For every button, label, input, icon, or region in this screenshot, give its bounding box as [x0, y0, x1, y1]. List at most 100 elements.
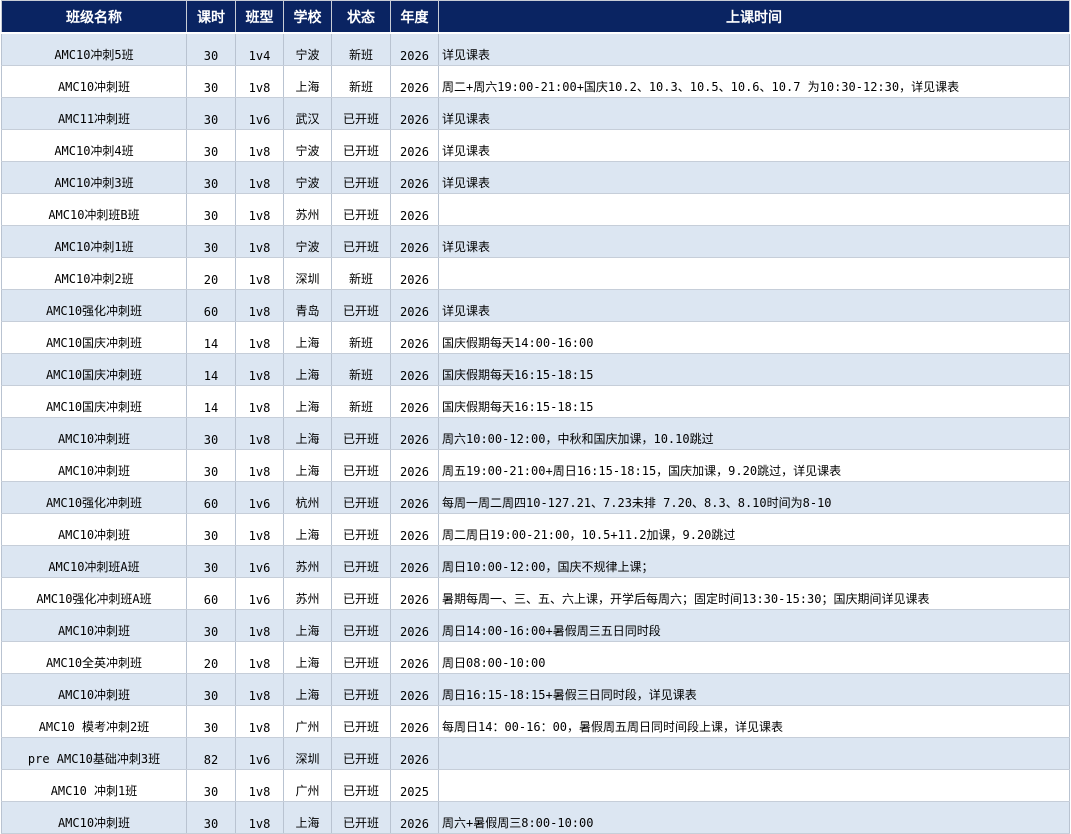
cell-class-name[interactable]: AMC10全英冲刺班: [1, 641, 187, 674]
cell-year[interactable]: 2026: [390, 65, 439, 98]
cell-hours[interactable]: 30: [186, 545, 236, 578]
table-row[interactable]: AMC10强化冲刺班 60 1v8 青岛 已开班 2026 详见课表: [1, 289, 1070, 322]
cell-class-name[interactable]: AMC10冲刺班A班: [1, 545, 187, 578]
cell-class-name[interactable]: AMC10冲刺5班: [1, 33, 187, 66]
table-row[interactable]: AMC10国庆冲刺班 14 1v8 上海 新班 2026 国庆假期每天16:15-18:15: [1, 353, 1070, 386]
table-row[interactable]: AMC10冲刺班 30 1v8 上海 已开班 2026 周六10:00-12:00，中秋和国…: [1, 417, 1070, 450]
cell-schedule[interactable]: 每周日14：00-16：00，暑假周五周日同时间段上课，详见课表: [438, 705, 1070, 738]
cell-status[interactable]: 已开班: [331, 705, 391, 738]
header-class-type[interactable]: 班型: [235, 0, 284, 34]
cell-school[interactable]: 广州: [283, 769, 332, 802]
table-row[interactable]: AMC10冲刺5班 30 1v4 宁波 新班 2026 详见课表: [1, 33, 1070, 66]
cell-class-name[interactable]: AMC10强化冲刺班: [1, 289, 187, 322]
cell-schedule[interactable]: 周六+暑假周三8:00-10:00: [438, 801, 1070, 834]
cell-class-name[interactable]: AMC10冲刺班: [1, 65, 187, 98]
cell-class-name[interactable]: AMC10强化冲刺班: [1, 481, 187, 514]
cell-status[interactable]: 已开班: [331, 737, 391, 770]
cell-schedule[interactable]: 国庆假期每天14:00-16:00: [438, 321, 1070, 354]
cell-year[interactable]: 2026: [390, 193, 439, 226]
cell-hours[interactable]: 30: [186, 801, 236, 834]
cell-status[interactable]: 新班: [331, 65, 391, 98]
cell-status[interactable]: 已开班: [331, 161, 391, 194]
cell-year[interactable]: 2026: [390, 705, 439, 738]
cell-class-name[interactable]: AMC10冲刺班: [1, 609, 187, 642]
cell-schedule[interactable]: [438, 737, 1070, 770]
table-row[interactable]: AMC10冲刺班 30 1v8 上海 已开班 2026 周二周日19:00-21:00，10…: [1, 513, 1070, 546]
cell-class-type[interactable]: 1v6: [235, 545, 284, 578]
cell-schedule[interactable]: 周日16:15-18:15+暑假三日同时段，详见课表: [438, 673, 1070, 706]
table-row[interactable]: AMC10冲刺班A班 30 1v6 苏州 已开班 2026 周日10:00-12:00，国庆…: [1, 545, 1070, 578]
cell-status[interactable]: 新班: [331, 385, 391, 418]
table-row[interactable]: AMC11冲刺班 30 1v6 武汉 已开班 2026 详见课表: [1, 97, 1070, 130]
cell-class-name[interactable]: AMC10冲刺班: [1, 801, 187, 834]
cell-schedule[interactable]: 详见课表: [438, 97, 1070, 130]
cell-schedule[interactable]: 暑期每周一、三、五、六上课，开学后每周六；固定时间13:30-15:30；国庆期…: [438, 577, 1070, 610]
cell-class-name[interactable]: AMC10冲刺4班: [1, 129, 187, 162]
table-row[interactable]: AMC10国庆冲刺班 14 1v8 上海 新班 2026 国庆假期每天14:00-16:00: [1, 321, 1070, 354]
cell-class-type[interactable]: 1v8: [235, 289, 284, 322]
table-row[interactable]: AMC10冲刺班 30 1v8 上海 已开班 2026 周六+暑假周三8:00-10:00: [1, 801, 1070, 834]
cell-status[interactable]: 已开班: [331, 577, 391, 610]
cell-class-type[interactable]: 1v8: [235, 161, 284, 194]
cell-year[interactable]: 2026: [390, 673, 439, 706]
cell-school[interactable]: 苏州: [283, 545, 332, 578]
cell-schedule[interactable]: 每周一周二周四10-127.21、7.23未排 7.20、8.3、8.10时间为…: [438, 481, 1070, 514]
cell-year[interactable]: 2026: [390, 225, 439, 258]
table-row[interactable]: AMC10 模考冲刺2班 30 1v8 广州 已开班 2026 每周日14：00-16：00…: [1, 705, 1070, 738]
cell-class-type[interactable]: 1v8: [235, 321, 284, 354]
cell-hours[interactable]: 30: [186, 769, 236, 802]
cell-school[interactable]: 上海: [283, 65, 332, 98]
cell-school[interactable]: 宁波: [283, 161, 332, 194]
cell-status[interactable]: 新班: [331, 33, 391, 66]
cell-status[interactable]: 已开班: [331, 801, 391, 834]
cell-hours[interactable]: 30: [186, 161, 236, 194]
cell-year[interactable]: 2026: [390, 257, 439, 290]
cell-schedule[interactable]: 周日08:00-10:00: [438, 641, 1070, 674]
cell-class-name[interactable]: AMC10 模考冲刺2班: [1, 705, 187, 738]
cell-class-type[interactable]: 1v8: [235, 641, 284, 674]
cell-school[interactable]: 苏州: [283, 193, 332, 226]
cell-hours[interactable]: 30: [186, 129, 236, 162]
cell-year[interactable]: 2026: [390, 577, 439, 610]
cell-status[interactable]: 已开班: [331, 193, 391, 226]
cell-year[interactable]: 2026: [390, 609, 439, 642]
cell-schedule[interactable]: 周日10:00-12:00，国庆不规律上课；: [438, 545, 1070, 578]
cell-school[interactable]: 上海: [283, 609, 332, 642]
cell-status[interactable]: 已开班: [331, 225, 391, 258]
table-row[interactable]: AMC10冲刺1班 30 1v8 宁波 已开班 2026 详见课表: [1, 225, 1070, 258]
cell-class-name[interactable]: AMC11冲刺班: [1, 97, 187, 130]
cell-hours[interactable]: 30: [186, 449, 236, 482]
cell-schedule[interactable]: 周二+周六19:00-21:00+国庆10.2、10.3、10.5、10.6、1…: [438, 65, 1070, 98]
cell-hours[interactable]: 60: [186, 577, 236, 610]
cell-year[interactable]: 2026: [390, 449, 439, 482]
cell-schedule[interactable]: 周二周日19:00-21:00，10.5+11.2加课，9.20跳过: [438, 513, 1070, 546]
cell-hours[interactable]: 30: [186, 193, 236, 226]
cell-schedule[interactable]: [438, 257, 1070, 290]
header-hours[interactable]: 课时: [186, 0, 236, 34]
cell-class-type[interactable]: 1v8: [235, 385, 284, 418]
cell-class-name[interactable]: AMC10 冲刺1班: [1, 769, 187, 802]
cell-school[interactable]: 宁波: [283, 225, 332, 258]
cell-schedule[interactable]: 详见课表: [438, 33, 1070, 66]
cell-class-type[interactable]: 1v8: [235, 353, 284, 386]
table-row[interactable]: AMC10冲刺2班 20 1v8 深圳 新班 2026: [1, 257, 1070, 290]
cell-school[interactable]: 杭州: [283, 481, 332, 514]
cell-school[interactable]: 上海: [283, 673, 332, 706]
cell-school[interactable]: 上海: [283, 513, 332, 546]
cell-hours[interactable]: 30: [186, 225, 236, 258]
cell-status[interactable]: 已开班: [331, 417, 391, 450]
table-row[interactable]: AMC10冲刺班B班 30 1v8 苏州 已开班 2026: [1, 193, 1070, 226]
cell-school[interactable]: 上海: [283, 801, 332, 834]
cell-year[interactable]: 2026: [390, 545, 439, 578]
cell-school[interactable]: 上海: [283, 417, 332, 450]
cell-year[interactable]: 2026: [390, 129, 439, 162]
cell-class-type[interactable]: 1v4: [235, 33, 284, 66]
cell-hours[interactable]: 30: [186, 609, 236, 642]
cell-schedule[interactable]: 国庆假期每天16:15-18:15: [438, 385, 1070, 418]
cell-hours[interactable]: 14: [186, 385, 236, 418]
cell-school[interactable]: 深圳: [283, 257, 332, 290]
cell-school[interactable]: 武汉: [283, 97, 332, 130]
cell-class-type[interactable]: 1v6: [235, 481, 284, 514]
cell-class-name[interactable]: AMC10冲刺班B班: [1, 193, 187, 226]
cell-school[interactable]: 上海: [283, 321, 332, 354]
